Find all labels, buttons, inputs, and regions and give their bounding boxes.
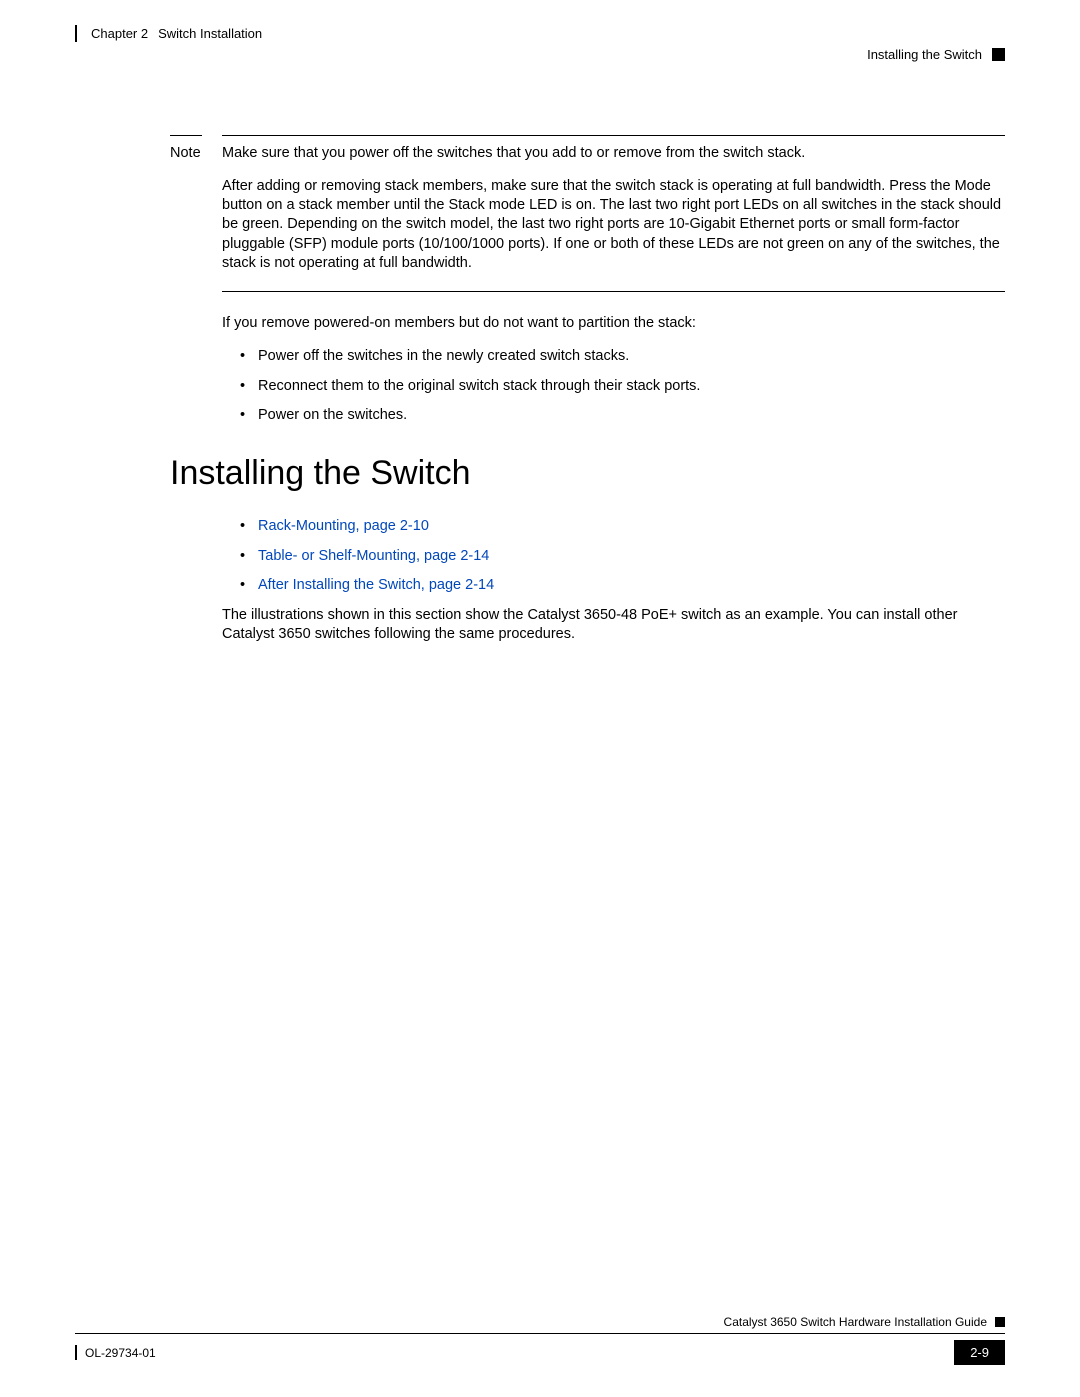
note-paragraph: After adding or removing stack members, … [222,177,1005,273]
link-after-installing[interactable]: After Installing the Switch, page 2-14 [258,577,494,593]
note-label: Note [170,145,201,161]
header-right: Installing the Switch [867,25,1005,62]
list-item: Power off the switches in the newly crea… [240,347,1005,367]
note-bottom-rule [222,291,1005,292]
note-block: Note Make sure that you power off the sw… [170,135,1005,273]
section-heading: Installing the Switch [170,454,1005,493]
link-table-shelf-mounting[interactable]: Table- or Shelf-Mounting, page 2-14 [258,548,489,564]
footer-rule-icon [75,1345,77,1360]
list-item: Power on the switches. [240,406,1005,426]
page-footer: Catalyst 3650 Switch Hardware Installati… [75,1315,1005,1365]
post-note-bullets: Power off the switches in the newly crea… [240,347,1005,426]
post-note-intro: If you remove powered-on members but do … [222,314,1005,334]
header-square-icon [992,48,1005,61]
list-item: Reconnect them to the original switch st… [240,377,1005,397]
footer-square-icon [995,1317,1005,1327]
chapter-title: Switch Installation [158,26,262,41]
page-header: Chapter 2 Switch Installation Installing… [75,25,1005,67]
note-paragraph: Make sure that you power off the switche… [222,144,1005,163]
footer-guide-title: Catalyst 3650 Switch Hardware Installati… [724,1315,987,1329]
list-item: After Installing the Switch, page 2-14 [240,576,1005,596]
chapter-label: Chapter 2 [91,26,148,41]
link-rack-mounting[interactable]: Rack-Mounting, page 2-10 [258,518,429,534]
header-left: Chapter 2 Switch Installation [75,25,262,42]
footer-left: OL-29734-01 [75,1345,156,1360]
page-number: 2-9 [954,1340,1005,1365]
list-item: Table- or Shelf-Mounting, page 2-14 [240,547,1005,567]
footer-doc-id: OL-29734-01 [85,1346,156,1360]
section-links: Rack-Mounting, page 2-10 Table- or Shelf… [240,517,1005,596]
list-item: Rack-Mounting, page 2-10 [240,517,1005,537]
header-section-title: Installing the Switch [867,47,982,62]
note-body: Make sure that you power off the switche… [222,135,1005,273]
header-rule-icon [75,25,77,42]
footer-bottom: OL-29734-01 2-9 [75,1334,1005,1365]
footer-top: Catalyst 3650 Switch Hardware Installati… [75,1315,1005,1334]
section-paragraph: The illustrations shown in this section … [222,606,1005,645]
